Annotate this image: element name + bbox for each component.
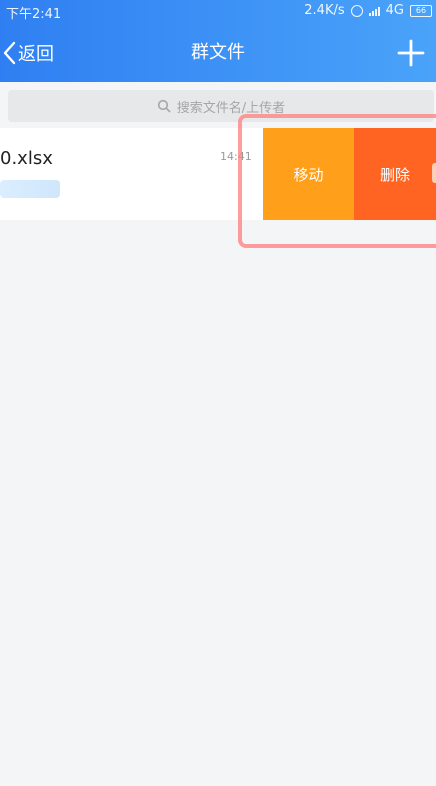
status-time: 下午2:41 [6,7,62,22]
action-edge [432,163,436,183]
battery-icon: 66 [410,4,432,17]
battery-level: 66 [415,5,427,15]
delete-button[interactable]: 删除 [354,128,436,220]
status-right-cluster: 2.4K/s 4G 66 [304,3,432,18]
network-type: 4G [385,3,404,18]
search-input[interactable]: 搜索文件名/上传者 [8,90,434,122]
move-button[interactable]: 移动 [263,128,354,220]
search-placeholder: 搜索文件名/上传者 [176,100,286,116]
network-speed: 2.4K/s [304,3,345,18]
file-time: 14:41 [220,150,252,163]
add-icon[interactable] [394,36,428,70]
file-name: 0.xlsx [0,148,53,169]
page-title: 群文件 [191,42,245,63]
signal-icon [368,5,380,16]
app-header: 下午2:41 2.4K/s 4G 66 返回 群文件 [0,0,436,82]
navigation-bar: 返回 群文件 [0,30,436,76]
status-bar: 下午2:41 2.4K/s 4G 66 [0,0,436,24]
file-uploader-info [0,180,60,198]
alarm-icon [350,4,363,17]
search-icon [157,99,171,113]
